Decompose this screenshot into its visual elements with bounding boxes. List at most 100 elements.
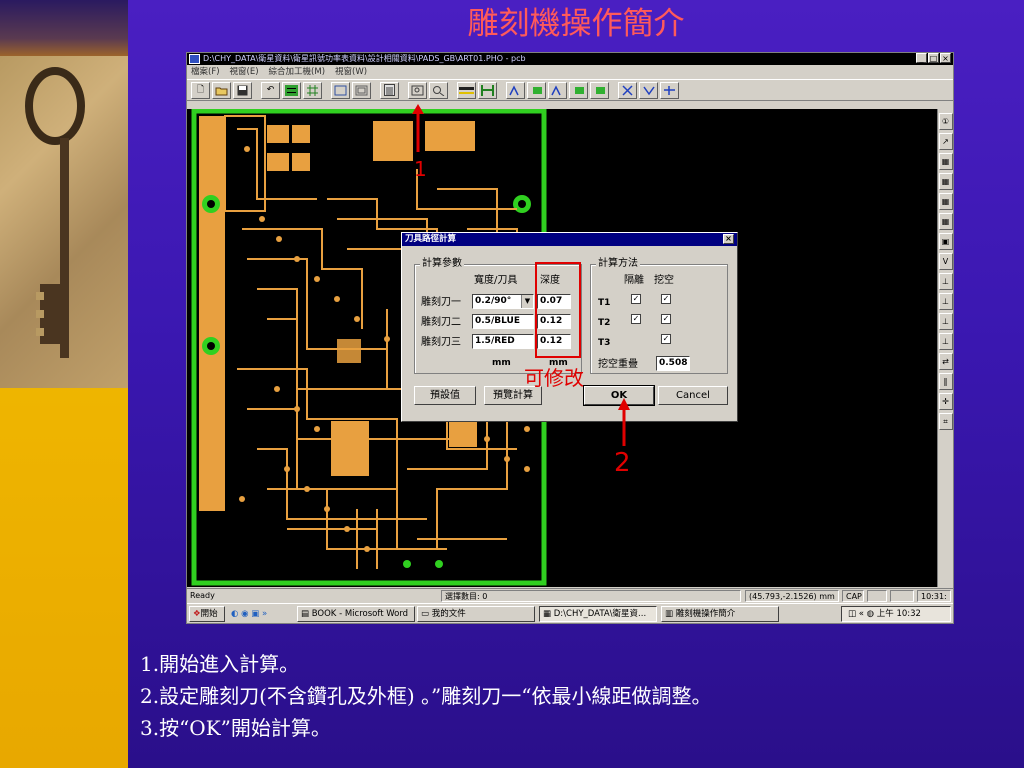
layer3-icon[interactable]: ▦ <box>938 193 953 210</box>
open-icon[interactable] <box>212 81 231 99</box>
layer2-icon[interactable]: ▦ <box>938 173 953 190</box>
main-toolbar: 🗋 ↶ <box>187 79 953 101</box>
key-photo <box>0 56 128 388</box>
fill-t3-icon[interactable] <box>590 81 609 99</box>
tray-icons[interactable]: ◫ « ◍ <box>848 609 877 619</box>
select-icon[interactable]: ↗ <box>938 133 953 150</box>
tool1-width-select[interactable]: 0.2/90° ▼ <box>472 294 534 309</box>
cross-icon[interactable]: ✛ <box>938 393 953 410</box>
caption-line-3: 3.按“OK”開始計算。 <box>140 716 331 740</box>
close-button[interactable]: × <box>940 53 951 63</box>
t1-isolate-checkbox[interactable]: ✓ <box>631 294 641 304</box>
cnt-icon[interactable]: ⌗ <box>938 413 953 430</box>
dim2-icon[interactable]: ⊥ <box>938 293 953 310</box>
t2-clear-checkbox[interactable]: ✓ <box>661 314 671 324</box>
quicklaunch-icons[interactable]: ◐ ◉ ▣ » <box>231 607 267 621</box>
v-icon[interactable]: V <box>938 253 953 270</box>
t2-isolate-checkbox[interactable]: ✓ <box>631 314 641 324</box>
tool2-label: 雕刻刀二 <box>421 317 461 328</box>
task-word[interactable]: ▤ BOOK - Microsoft Word <box>297 606 415 622</box>
calculator-icon[interactable] <box>380 81 399 99</box>
dim3-icon[interactable]: ⊥ <box>938 313 953 330</box>
dim4-icon[interactable]: ⊥ <box>938 333 953 350</box>
t3-label: T3 <box>598 338 611 348</box>
dialog-title: 刀具路徑計算 <box>405 234 457 244</box>
taskbar: ❖開始 ◐ ◉ ▣ » ▤ BOOK - Microsoft Word ▭ 我的… <box>187 603 953 623</box>
route-t1-icon[interactable] <box>506 81 525 99</box>
panel-icon[interactable]: ▣ <box>938 233 953 250</box>
status-cap: CAP <box>842 590 864 602</box>
route-t2-icon[interactable] <box>548 81 567 99</box>
tool2-width-input[interactable]: 0.5/BLUE <box>472 314 534 329</box>
zoom-box-icon[interactable] <box>331 81 350 99</box>
status-selected: 選擇數目: 0 <box>441 590 741 602</box>
layer1-icon[interactable]: ▦ <box>938 153 953 170</box>
editable-annotation: 可修改 <box>524 366 584 390</box>
app-icon <box>189 54 200 64</box>
zoom-fit-icon[interactable] <box>429 81 448 99</box>
layer-icon[interactable] <box>282 81 301 99</box>
cancel-button[interactable]: Cancel <box>658 386 728 405</box>
windows-logo-icon: ❖ <box>193 609 201 619</box>
start-button[interactable]: ❖開始 <box>189 606 225 622</box>
dialog-close-button[interactable]: × <box>723 234 734 244</box>
params-group-label: 計算參數 <box>420 258 464 270</box>
menu-window[interactable]: 視窗(W) <box>335 65 367 79</box>
menu-machine[interactable]: 綜合加工機(M) <box>269 65 325 79</box>
cursor-icon[interactable]: ① <box>938 113 953 130</box>
drill-icon[interactable] <box>618 81 637 99</box>
caption-line-2: 2.設定雕刻刀(不含鑽孔及外框) 。”雕刻刀一“依最小線距做調整。 <box>140 684 712 708</box>
status-scrl <box>890 590 914 602</box>
new-icon[interactable]: 🗋 <box>191 81 210 99</box>
t3-clear-checkbox[interactable]: ✓ <box>661 334 671 344</box>
measure-icon[interactable] <box>457 81 476 99</box>
fill-t2-icon[interactable] <box>569 81 588 99</box>
fill-t1-icon[interactable] <box>527 81 546 99</box>
default-button[interactable]: 預設值 <box>414 386 476 405</box>
save-icon[interactable] <box>233 81 252 99</box>
menu-view[interactable]: 視窗(E) <box>230 65 259 79</box>
swap-icon[interactable]: ⇄ <box>938 353 953 370</box>
zoom-in-icon[interactable] <box>408 81 427 99</box>
maximize-button[interactable]: □ <box>928 53 939 63</box>
col-width-header: 寬度/刀具 <box>474 275 518 286</box>
pause-icon[interactable]: ‖ <box>938 373 953 390</box>
window-title: D:\CHY_DATA\衛星資料\衛星訊號功率表資料\設計相關資料\PADS_G… <box>203 54 526 63</box>
grid-icon[interactable] <box>303 81 322 99</box>
step1-label: 1 <box>414 157 427 181</box>
menubar: 檔案(F) 視窗(E) 綜合加工機(M) 視窗(W) <box>187 65 953 79</box>
t1-clear-checkbox[interactable]: ✓ <box>661 294 671 304</box>
tool-t3-icon[interactable] <box>639 81 658 99</box>
route-icon[interactable] <box>478 81 497 99</box>
undo-icon[interactable]: ↶ <box>261 81 280 99</box>
status-coords: (45.793,-2.1526) mm <box>745 590 839 602</box>
menu-file[interactable]: 檔案(F) <box>191 65 220 79</box>
statusbar: Ready 選擇數目: 0 (45.793,-2.1526) mm CAP 10… <box>187 588 953 602</box>
overlap-input[interactable]: 0.508 <box>656 356 690 371</box>
slide-title: 雕刻機操作簡介 <box>467 6 685 42</box>
arrow-2-icon <box>618 398 630 446</box>
status-time: 10:31: <box>917 590 951 602</box>
clock: 上午 10:32 <box>876 609 921 619</box>
dim1-icon[interactable]: ⊥ <box>938 273 953 290</box>
status-num <box>867 590 887 602</box>
t2-label: T2 <box>598 318 611 328</box>
unit-mm-width: mm <box>492 358 511 368</box>
task-pcb[interactable]: ▦ D:\CHY_DATA\衛星資... <box>539 606 657 622</box>
system-tray: ◫ « ◍ 上午 10:32 <box>841 606 951 622</box>
layer4-icon[interactable]: ▦ <box>938 213 953 230</box>
left-decor-panel <box>0 0 128 768</box>
task-ppt[interactable]: ▥ 雕刻機操作簡介 <box>661 606 779 622</box>
tool-combo-icon[interactable] <box>660 81 679 99</box>
tool3-width-input[interactable]: 1.5/RED <box>472 334 534 349</box>
caption-line-1: 1.開始進入計算。 <box>140 652 300 676</box>
pcb-icon: ▦ <box>543 609 554 619</box>
window-controls: _ □ × <box>916 53 951 63</box>
caption: 1.開始進入計算。 2.設定雕刻刀(不含鑽孔及外框) 。”雕刻刀一“依最小線距做… <box>140 648 1020 744</box>
task-mydocs[interactable]: ▭ 我的文件 <box>417 606 535 622</box>
depth-highlight-box <box>535 262 581 358</box>
t1-label: T1 <box>598 298 611 308</box>
minimize-button[interactable]: _ <box>916 53 927 63</box>
zoom-window-icon[interactable] <box>352 81 371 99</box>
chevron-down-icon[interactable]: ▼ <box>521 295 533 308</box>
